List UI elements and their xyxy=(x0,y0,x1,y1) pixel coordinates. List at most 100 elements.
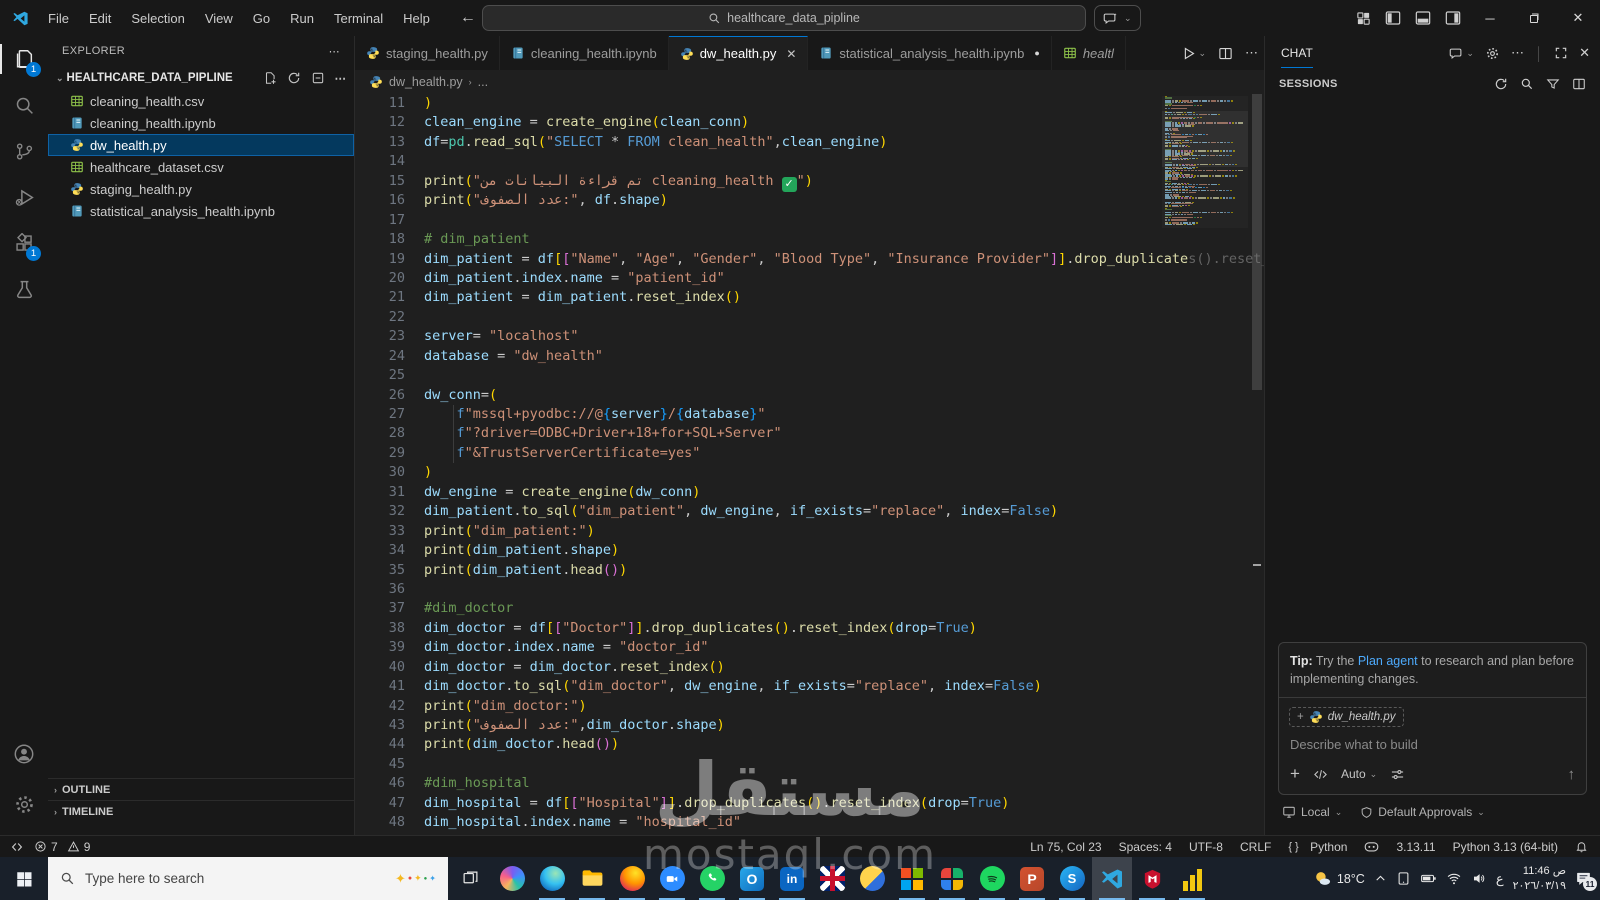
taskbar-app-mcafee[interactable] xyxy=(1132,857,1172,900)
toggle-primary-sidebar-icon[interactable] xyxy=(1378,0,1408,36)
activity-extensions-icon[interactable]: 1 xyxy=(0,220,48,266)
cursor-position[interactable]: Ln 75, Col 23 xyxy=(1030,840,1101,854)
language-indicator[interactable]: ع xyxy=(1496,871,1504,887)
chat-settings-gear-icon[interactable] xyxy=(1485,46,1500,61)
environment-selector[interactable]: Local ⌄ xyxy=(1282,805,1342,819)
new-chat-icon[interactable]: ⌄ xyxy=(1449,46,1474,61)
chat-more-actions-icon[interactable]: ⋯ xyxy=(1511,45,1524,61)
taskbar-app-firefox[interactable] xyxy=(612,857,652,900)
breadcrumb-file[interactable]: dw_health.py xyxy=(389,75,463,89)
notifications-bell-icon[interactable] xyxy=(1575,840,1588,853)
close-tab-icon[interactable]: ✕ xyxy=(786,47,796,61)
menu-file[interactable]: File xyxy=(39,7,78,30)
encoding[interactable]: UTF-8 xyxy=(1189,840,1223,854)
tab-healtl[interactable]: healtl xyxy=(1051,36,1126,70)
taskbar-app-linkedin[interactable]: in xyxy=(772,857,812,900)
chat-input[interactable]: Describe what to build xyxy=(1279,729,1586,756)
python-version[interactable]: 3.13.11 xyxy=(1396,840,1435,854)
workspace-folder-row[interactable]: ⌄ HEALTHCARE_DATA_PIPLINE ⋯ xyxy=(48,66,354,90)
taskbar-app-blue-s-app[interactable]: S xyxy=(1052,857,1092,900)
breadcrumb[interactable]: dw_health.py › ... xyxy=(355,70,1264,94)
toggle-panel-icon[interactable] xyxy=(1408,0,1438,36)
approvals-selector[interactable]: Default Approvals ⌄ xyxy=(1360,805,1485,819)
problems-indicator[interactable]: 7 9 xyxy=(34,840,90,854)
volume-icon[interactable] xyxy=(1471,871,1487,886)
add-context-icon[interactable]: + xyxy=(1297,711,1304,723)
weather-widget[interactable]: 18°C xyxy=(1313,869,1365,888)
folder-more-actions-icon[interactable]: ⋯ xyxy=(335,71,347,85)
python-interpreter[interactable]: Python 3.13 (64-bit) xyxy=(1453,840,1558,854)
search-sessions-icon[interactable] xyxy=(1520,77,1534,91)
explorer-more-actions-icon[interactable]: ⋯ xyxy=(329,45,340,58)
refresh-explorer-icon[interactable] xyxy=(287,71,301,85)
toggle-secondary-sidebar-icon[interactable] xyxy=(1438,0,1468,36)
collapse-folders-icon[interactable] xyxy=(311,71,325,85)
plan-agent-link[interactable]: Plan agent xyxy=(1358,654,1418,668)
customize-layout-icon[interactable] xyxy=(1348,0,1378,36)
close-chat-icon[interactable]: ✕ xyxy=(1579,45,1590,61)
taskbar-app-powerbi[interactable] xyxy=(1172,857,1212,900)
scrollbar-thumb[interactable] xyxy=(1252,94,1262,390)
filter-sessions-icon[interactable] xyxy=(1546,77,1560,91)
taskbar-app-zoom[interactable] xyxy=(652,857,692,900)
taskbar-app-vscode[interactable] xyxy=(1092,857,1132,900)
search-highlights-icon[interactable]: ✦ ● ✦ ● ✦ xyxy=(395,871,436,887)
menu-run[interactable]: Run xyxy=(281,7,323,30)
wifi-icon[interactable] xyxy=(1446,871,1462,886)
file-item-staging_health.py[interactable]: staging_health.py xyxy=(48,178,354,200)
file-item-cleaning_health.ipynb[interactable]: cleaning_health.ipynb xyxy=(48,112,354,134)
minimap-slider[interactable] xyxy=(1162,110,1248,167)
timeline-section[interactable]: › TIMELINE xyxy=(48,800,354,822)
action-center-icon[interactable]: 11 xyxy=(1575,870,1597,891)
split-editor-icon[interactable] xyxy=(1218,46,1233,61)
command-center-search[interactable]: healthcare_data_pipline xyxy=(482,5,1086,31)
tab-cleaning_health.ipynb[interactable]: cleaning_health.ipynb xyxy=(499,36,669,70)
new-file-icon[interactable] xyxy=(263,71,277,85)
taskbar-app-ms-store[interactable] xyxy=(892,857,932,900)
taskbar-app-uk-flag[interactable] xyxy=(812,857,852,900)
settings-gear-icon[interactable] xyxy=(0,781,48,827)
activity-source-control-icon[interactable] xyxy=(0,128,48,174)
activity-explorer-icon[interactable]: 1 xyxy=(0,36,48,82)
menu-terminal[interactable]: Terminal xyxy=(325,7,392,30)
taskbar-app-edge[interactable] xyxy=(532,857,572,900)
context-chip[interactable]: + dw_health.py xyxy=(1289,707,1404,727)
taskbar-app-whatsapp[interactable] xyxy=(692,857,732,900)
editor-scrollbar[interactable] xyxy=(1250,94,1264,835)
close-button[interactable]: ✕ xyxy=(1556,0,1600,36)
file-item-cleaning_health.csv[interactable]: cleaning_health.csv xyxy=(48,90,354,112)
eol-sequence[interactable]: CRLF xyxy=(1240,840,1271,854)
device-icon[interactable] xyxy=(1396,871,1411,886)
taskbar-search[interactable]: Type here to search ✦ ● ✦ ● ✦ xyxy=(48,857,448,900)
outline-section[interactable]: › OUTLINE xyxy=(48,778,354,800)
taskbar-app-office-hub[interactable] xyxy=(932,857,972,900)
tools-slider-icon[interactable] xyxy=(1390,767,1405,782)
code-editor[interactable]: 11) 12 clean_engine = create_engine(clean_… xyxy=(355,94,1264,835)
indentation[interactable]: Spaces: 4 xyxy=(1119,840,1172,854)
split-sessions-icon[interactable] xyxy=(1572,77,1586,91)
model-selector[interactable]: Auto ⌄ xyxy=(1341,767,1377,781)
tab-statistical_analysis_health.ipynb[interactable]: statistical_analysis_health.ipynb ● xyxy=(808,36,1052,70)
menu-help[interactable]: Help xyxy=(394,7,439,30)
minimap[interactable] xyxy=(1162,96,1248,228)
file-item-statistical_analysis_health.ipynb[interactable]: statistical_analysis_health.ipynb xyxy=(48,200,354,222)
tab-dw_health.py[interactable]: dw_health.py ✕ xyxy=(668,36,809,70)
activity-testing-icon[interactable] xyxy=(0,266,48,312)
activity-run-debug-icon[interactable] xyxy=(0,174,48,220)
taskbar-app-powerpoint[interactable]: P xyxy=(1012,857,1052,900)
refresh-sessions-icon[interactable] xyxy=(1494,77,1508,91)
file-item-dw_health.py[interactable]: dw_health.py xyxy=(48,134,354,156)
menu-selection[interactable]: Selection xyxy=(122,7,193,30)
start-button[interactable] xyxy=(0,857,48,900)
back-button[interactable]: ← xyxy=(457,9,479,27)
code-mode-icon[interactable] xyxy=(1313,767,1328,782)
maximize-button[interactable] xyxy=(1512,0,1556,36)
taskbar-app-file-explorer[interactable] xyxy=(572,857,612,900)
clock[interactable]: 11:46 ص ٢٠٢٦/٠٣/١٩ xyxy=(1513,864,1566,894)
menu-go[interactable]: Go xyxy=(244,7,279,30)
file-item-healthcare_dataset.csv[interactable]: healthcare_dataset.csv xyxy=(48,156,354,178)
copilot-menu-button[interactable]: ⌄ xyxy=(1094,5,1141,31)
taskbar-app-copilot[interactable] xyxy=(492,857,532,900)
minimize-button[interactable]: ─ xyxy=(1468,0,1512,36)
language-mode[interactable]: { } Python xyxy=(1288,840,1347,854)
